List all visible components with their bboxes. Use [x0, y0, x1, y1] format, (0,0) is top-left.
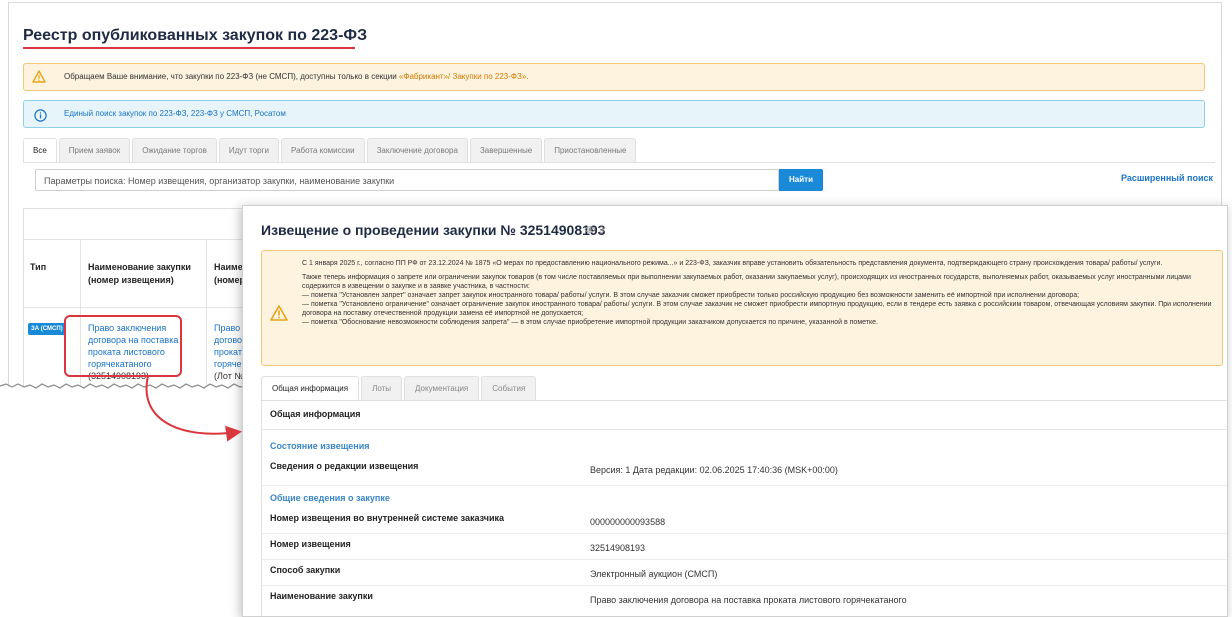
- state-heading: Состояние извещения: [270, 441, 370, 451]
- tab-completed[interactable]: Завершенные: [469, 138, 543, 163]
- tab-awaiting-auction[interactable]: Ожидание торгов: [132, 138, 217, 163]
- search-input[interactable]: Параметры поиска: Номер извещения, орган…: [35, 169, 779, 191]
- field-value-purchase-name: Право заключения договора на поставка пр…: [590, 595, 907, 605]
- torn-edge: [0, 383, 250, 389]
- header-type: Тип: [30, 262, 47, 272]
- field-value-revision: Версия: 1 Дата редакции: 02.06.2025 17:4…: [590, 465, 838, 475]
- status-tabs: Все Прием заявок Ожидание торгов Идут то…: [23, 138, 638, 163]
- field-label-notice-number: Номер извещения: [270, 539, 351, 549]
- field-divider: [262, 585, 1227, 586]
- tab-auction-in-progress[interactable]: Идут торги: [218, 138, 280, 163]
- column-divider: [206, 239, 207, 387]
- field-value-notice-number: 32514908193: [590, 543, 646, 553]
- alert-paragraph: — пометка "Обоснование невозможности соб…: [302, 319, 878, 326]
- unified-search-link[interactable]: Единый поиск закупок по 223-ФЗ, 223-ФЗ у…: [64, 101, 286, 127]
- notice-panel: Извещение о проведении закупки № 3251490…: [242, 205, 1228, 617]
- warning-banner: Обращаем Ваше внимание, что закупки по 2…: [23, 63, 1205, 91]
- search-row: Параметры поиска: Номер извещения, орган…: [23, 162, 1215, 211]
- tab-contract-conclusion[interactable]: Заключение договора: [366, 138, 468, 163]
- info-banner: Единый поиск закупок по 223-ФЗ, 223-ФЗ у…: [23, 100, 1205, 128]
- section-divider: [262, 429, 1227, 430]
- tab-lots[interactable]: Лоты: [361, 376, 403, 401]
- alert-paragraph: Также теперь информация о запрете или ог…: [302, 274, 1191, 290]
- notice-tabs: Общая информация Лоты Документация Событ…: [261, 376, 538, 401]
- view-count: 3: [599, 225, 605, 235]
- alert-paragraph: — пометка "Установлено ограничение" озна…: [302, 301, 1212, 317]
- tab-suspended[interactable]: Приостановленные: [544, 138, 637, 163]
- field-value-method: Электронный аукцион (СМСП): [590, 569, 718, 579]
- highlight-box: [64, 315, 182, 377]
- alert-paragraph: С 1 января 2025 г., согласно ПП РФ от 23…: [302, 260, 1163, 267]
- tab-commission-work[interactable]: Работа комиссии: [281, 138, 365, 163]
- alert-paragraph: — пометка "Установлен запрет" означает з…: [302, 292, 1080, 299]
- page-title: Реестр опубликованных закупок по 223-ФЗ: [23, 27, 368, 44]
- warning-text: Обращаем Ваше внимание, что закупки по 2…: [64, 72, 397, 81]
- tab-accepting-bids[interactable]: Прием заявок: [58, 138, 131, 163]
- field-label-method: Способ закупки: [270, 565, 341, 575]
- field-label-purchase-name: Наименование закупки: [270, 591, 373, 601]
- field-divider: [262, 533, 1227, 534]
- section-title: Общая информация: [270, 409, 361, 419]
- general-heading: Общие сведения о закупке: [270, 493, 390, 503]
- advanced-search-link[interactable]: Расширенный поиск: [1121, 173, 1213, 183]
- field-value-internal-number: 000000000093588: [590, 517, 666, 527]
- notice-title: Извещение о проведении закупки № 3251490…: [261, 222, 606, 238]
- warning-triangle-icon: [32, 69, 46, 95]
- field-label-internal-number: Номер извещения во внутренней системе за…: [270, 513, 504, 523]
- eye-icon: [584, 225, 596, 236]
- info-circle-icon: [34, 107, 47, 133]
- header-name: Наименование закупки (номер извещения): [88, 262, 191, 285]
- search-button[interactable]: Найти: [779, 169, 823, 191]
- field-divider: [262, 559, 1227, 560]
- tab-documentation[interactable]: Документация: [404, 376, 480, 401]
- tab-all[interactable]: Все: [23, 138, 57, 163]
- field-label-revision: Сведения о редакции извещения: [270, 461, 419, 471]
- purchase-type-badge: ЗА (СМСП): [28, 323, 66, 335]
- warning-triangle-icon: [270, 305, 288, 326]
- title-underline: [23, 47, 355, 49]
- field-divider: [262, 485, 1227, 486]
- tab-general-info[interactable]: Общая информация: [261, 376, 360, 401]
- notice-alert: С 1 января 2025 г., согласно ПП РФ от 23…: [261, 250, 1223, 366]
- notice-alert-text: С 1 января 2025 г., согласно ПП РФ от 23…: [302, 259, 1212, 327]
- fabrikant-223-link[interactable]: «Фабрикант»/ Закупки по 223-ФЗ».: [399, 72, 529, 81]
- general-info-panel: Общая информация Состояние извещения Све…: [261, 400, 1227, 616]
- tab-events[interactable]: События: [481, 376, 537, 401]
